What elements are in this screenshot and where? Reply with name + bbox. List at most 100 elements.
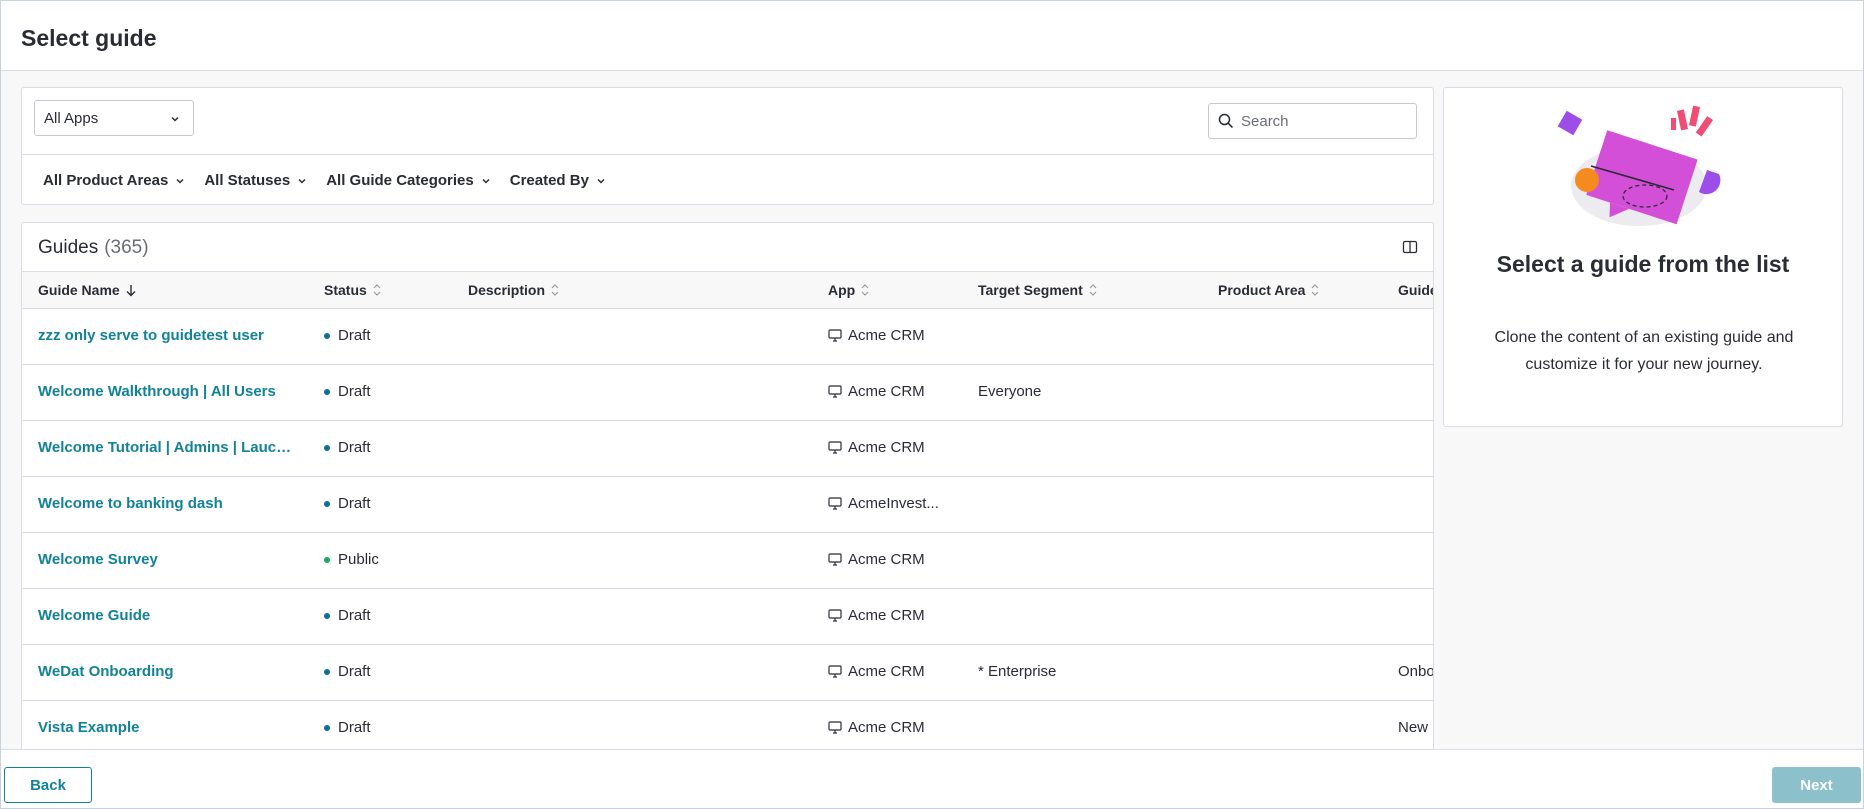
app-cell: Acme CRM xyxy=(828,719,948,736)
status-dot xyxy=(324,500,330,507)
status-dot xyxy=(324,444,330,451)
app-cell: Acme CRM xyxy=(828,327,948,344)
col-app[interactable]: App xyxy=(828,282,870,298)
guide-name-link[interactable]: zzz only serve to guidetest user xyxy=(38,327,298,344)
guide-category-filter-label: All Guide Categories xyxy=(326,172,474,189)
app-name: Acme CRM xyxy=(848,663,925,680)
guide-name-link[interactable]: Welcome Walkthrough | All Users xyxy=(38,383,298,400)
desktop-icon xyxy=(828,441,842,454)
filter-panel: All Apps All Product Areas All Statuses … xyxy=(21,87,1434,205)
sort-icon xyxy=(861,284,869,296)
app-select[interactable]: All Apps xyxy=(34,100,194,136)
guide-name-link[interactable]: Welcome to banking dash xyxy=(38,495,298,512)
selection-empty-state: Select a guide from the list Clone the c… xyxy=(1443,87,1843,427)
empty-state-title: Select a guide from the list xyxy=(1496,251,1790,277)
app-cell: AcmeInvest... xyxy=(828,495,948,512)
app-cell: Acme CRM xyxy=(828,383,948,400)
table-row[interactable]: Welcome Walkthrough | All Users Draft Ac… xyxy=(22,365,1433,421)
table-row[interactable]: Welcome Survey Public Acme CRM xyxy=(22,533,1433,589)
table-row[interactable]: Welcome to banking dash Draft AcmeInvest… xyxy=(22,477,1433,533)
app-cell: Acme CRM xyxy=(828,439,948,456)
table-row[interactable]: Welcome Tutorial | Admins | Lauch 9... D… xyxy=(22,421,1433,477)
app-cell: Acme CRM xyxy=(828,663,948,680)
status-cell: Draft xyxy=(324,383,371,400)
desktop-icon xyxy=(828,721,842,734)
guide-category-cell: New xyxy=(1398,719,1429,736)
page-title: Select guide xyxy=(21,25,157,51)
app-cell: Acme CRM xyxy=(828,551,948,568)
status-dot xyxy=(324,724,330,731)
segment-cell: * Enterprise xyxy=(978,663,1057,680)
status-cell: Draft xyxy=(324,495,371,512)
guide-category-filter[interactable]: All Guide Categories xyxy=(326,172,492,189)
product-area-filter[interactable]: All Product Areas xyxy=(43,172,186,189)
status-text: Draft xyxy=(338,607,371,624)
col-status[interactable]: Status xyxy=(324,282,382,298)
guides-table-panel: Guides (365) Guide Name Status Descriptio… xyxy=(21,222,1434,749)
app-name: Acme CRM xyxy=(848,607,925,624)
col-guide-category[interactable]: Guide xyxy=(1398,282,1434,298)
guide-name-link[interactable]: Welcome Survey xyxy=(38,551,298,568)
status-cell: Draft xyxy=(324,663,371,680)
status-filter[interactable]: All Statuses xyxy=(204,172,308,189)
status-cell: Draft xyxy=(324,719,371,736)
table-row[interactable]: WeDat Onboarding Draft Acme CRM * Enterp… xyxy=(22,645,1433,701)
col-guide-name[interactable]: Guide Name xyxy=(38,282,137,298)
sort-descending-icon xyxy=(126,284,136,296)
footer: Back Next xyxy=(1,749,1863,808)
app-name: Acme CRM xyxy=(848,439,925,456)
segment-cell: Everyone xyxy=(978,383,1042,400)
desktop-icon xyxy=(828,329,842,342)
table-row[interactable]: Welcome Guide Draft Acme CRM xyxy=(22,589,1433,645)
status-text: Draft xyxy=(338,663,371,680)
table-header: Guide Name Status Description App Target… xyxy=(22,271,1434,309)
back-button[interactable]: Back xyxy=(4,767,92,803)
guide-name-link[interactable]: Welcome Tutorial | Admins | Lauch 9... xyxy=(38,439,298,456)
sort-icon xyxy=(1311,284,1319,296)
app-name: AcmeInvest... xyxy=(848,495,939,512)
created-by-filter-label: Created By xyxy=(509,172,589,189)
col-product-area[interactable]: Product Area xyxy=(1218,282,1320,298)
guide-name-link[interactable]: Vista Example xyxy=(38,719,298,736)
col-description[interactable]: Description xyxy=(468,282,560,298)
status-text: Draft xyxy=(338,327,371,344)
desktop-icon xyxy=(828,497,842,510)
status-cell: Public xyxy=(324,551,379,568)
app-select-value: All Apps xyxy=(44,110,99,127)
next-button[interactable]: Next xyxy=(1772,767,1861,803)
sort-icon xyxy=(1089,284,1097,296)
sort-icon xyxy=(551,284,559,296)
app-name: Acme CRM xyxy=(848,551,925,568)
desktop-icon xyxy=(828,609,842,622)
status-dot xyxy=(324,668,330,675)
col-guide-category-label: Guide xyxy=(1398,282,1434,298)
status-dot xyxy=(324,388,330,395)
col-target-segment-label: Target Segment xyxy=(978,282,1083,298)
status-text: Draft xyxy=(338,439,371,456)
table-row[interactable]: Vista Example Draft Acme CRM New xyxy=(22,701,1433,749)
desktop-icon xyxy=(828,553,842,566)
chevron-down-icon xyxy=(171,116,179,122)
search-icon xyxy=(1218,113,1234,129)
status-dot xyxy=(324,556,330,563)
filter-dropdowns: All Product Areas All Statuses All Guide… xyxy=(43,172,607,189)
table-title: Guides (365) xyxy=(38,237,149,259)
created-by-filter[interactable]: Created By xyxy=(510,172,607,189)
col-product-area-label: Product Area xyxy=(1218,282,1306,298)
columns-icon[interactable] xyxy=(1402,239,1418,255)
status-text: Public xyxy=(338,551,379,568)
search-input[interactable] xyxy=(1241,110,1411,132)
guide-name-link[interactable]: Welcome Guide xyxy=(38,607,298,624)
app-name: Acme CRM xyxy=(848,719,925,736)
status-filter-label: All Statuses xyxy=(204,172,291,189)
status-text: Draft xyxy=(338,719,371,736)
status-dot xyxy=(324,612,330,619)
app-cell: Acme CRM xyxy=(828,607,948,624)
guide-name-link[interactable]: WeDat Onboarding xyxy=(38,663,298,680)
chevron-down-icon xyxy=(176,178,184,184)
table-title-label: Guides xyxy=(38,237,99,258)
chevron-down-icon xyxy=(482,178,490,184)
table-row[interactable]: zzz only serve to guidetest user Draft A… xyxy=(22,309,1433,365)
search-box[interactable] xyxy=(1208,103,1417,139)
col-target-segment[interactable]: Target Segment xyxy=(978,282,1098,298)
